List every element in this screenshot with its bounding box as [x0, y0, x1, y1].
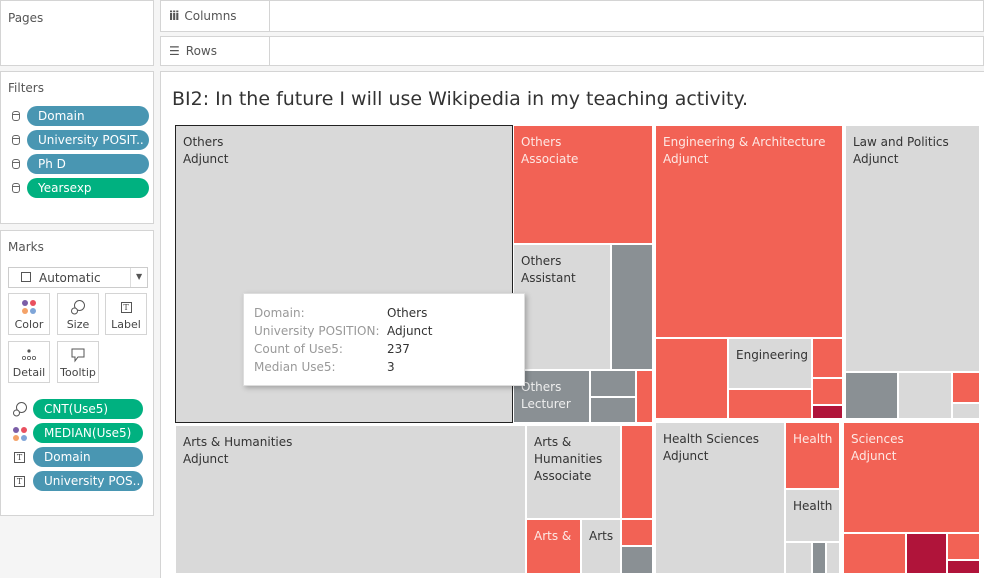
tile-engineering-small[interactable]: [812, 378, 843, 405]
marks-field-domain[interactable]: Domain: [33, 447, 143, 467]
tooltip-row-median: Median Use5: 3: [254, 360, 395, 374]
tile-sciences-small[interactable]: [906, 533, 947, 574]
tile-arts-small[interactable]: [621, 519, 653, 546]
color-dots-icon: [22, 300, 36, 314]
size-icon: [13, 402, 27, 417]
tile-law-small[interactable]: [898, 372, 952, 419]
tile-sciences-adjunct[interactable]: Sciences Adjunct: [843, 422, 980, 533]
tile-law-small[interactable]: [952, 372, 980, 403]
tile-arts-adjunct[interactable]: Arts & Humanities Adjunct: [175, 425, 526, 574]
marks-title: Marks: [8, 240, 44, 254]
filter-pill-yearsexp[interactable]: Yearsexp: [27, 178, 149, 198]
tile-others-small[interactable]: [611, 244, 653, 370]
mark-type-dropdown[interactable]: Automatic ▼: [8, 267, 148, 288]
tile-health-small-red[interactable]: Health: [785, 422, 840, 489]
rows-icon: ☰: [169, 44, 180, 58]
tile-arts-small-gray[interactable]: Arts: [581, 519, 621, 574]
color-dots-icon: [13, 427, 27, 441]
detail-icon: [21, 349, 36, 360]
detail-button[interactable]: Detail: [8, 341, 50, 383]
tile-others-assistant[interactable]: Others Assistant: [513, 244, 611, 370]
tile-law-small[interactable]: [845, 372, 898, 419]
tile-arts-associate[interactable]: Arts & Humanities Associate: [526, 425, 621, 519]
tile-engineering-small[interactable]: [812, 405, 843, 419]
mark-type-value: Automatic: [39, 271, 101, 285]
square-mark-icon: [21, 272, 31, 282]
tile-engineering-small[interactable]: [728, 389, 812, 419]
filter-pill-phd[interactable]: Ph D: [27, 154, 149, 174]
columns-shelf-label: iii Columns: [161, 1, 270, 31]
tooltip-row-position: University POSITION: Adjunct: [254, 324, 433, 338]
tile-engineering-adjunct[interactable]: Engineering & Architecture Adjunct: [655, 125, 843, 338]
tile-arts-small-red[interactable]: Arts &: [526, 519, 581, 574]
marks-field-median-use5[interactable]: MEDIAN(Use5): [33, 423, 143, 443]
tooltip: Domain: Others University POSITION: Adju…: [243, 293, 525, 386]
columns-icon: iii: [169, 9, 179, 23]
label-button[interactable]: T Label: [105, 293, 147, 335]
viz-title: BI2: In the future I will use Wikipedia …: [172, 88, 749, 110]
tile-engineering-small[interactable]: [812, 338, 843, 378]
tooltip-button[interactable]: Tooltip: [57, 341, 99, 383]
tooltip-row-count: Count of Use5: 237: [254, 342, 410, 356]
filters-panel: Filters Domain University POSIT.. Ph D Y…: [0, 71, 154, 224]
tile-arts-small[interactable]: [621, 546, 653, 574]
database-icon: [12, 183, 20, 193]
tile-arts-small[interactable]: [621, 425, 653, 519]
filter-pill-university-position[interactable]: University POSIT..: [27, 130, 149, 150]
tile-others-associate[interactable]: Others Associate: [513, 125, 653, 244]
tooltip-icon: [71, 348, 85, 363]
database-icon: [12, 159, 20, 169]
tile-others-small[interactable]: [636, 370, 653, 423]
tile-engineering-small[interactable]: [655, 338, 728, 419]
text-label-icon: T: [14, 452, 25, 463]
marks-field-cnt-use5[interactable]: CNT(Use5): [33, 399, 143, 419]
filter-pill-domain[interactable]: Domain: [27, 106, 149, 126]
size-icon: [71, 300, 85, 315]
tile-sciences-small[interactable]: [947, 560, 980, 574]
tile-health-small[interactable]: [812, 542, 826, 574]
tile-law-small[interactable]: [952, 403, 980, 419]
filters-title: Filters: [8, 81, 44, 95]
tile-health-small-gray[interactable]: Health: [785, 489, 840, 542]
color-button[interactable]: Color: [8, 293, 50, 335]
tile-sciences-small[interactable]: [947, 533, 980, 560]
tile-others-small[interactable]: [590, 397, 636, 423]
pages-title: Pages: [8, 11, 44, 25]
chevron-down-icon: ▼: [136, 272, 143, 281]
tooltip-row-domain: Domain: Others: [254, 306, 428, 320]
tile-engineering-gray[interactable]: Engineering: [728, 338, 812, 389]
rows-shelf-label: ☰ Rows: [161, 37, 270, 65]
columns-shelf[interactable]: iii Columns: [160, 0, 984, 32]
marks-panel: Marks Automatic ▼ Color Size T Label Det…: [0, 230, 154, 516]
tile-others-small[interactable]: [590, 370, 636, 397]
database-icon: [12, 135, 20, 145]
rows-shelf[interactable]: ☰ Rows: [160, 36, 984, 66]
tile-health-adjunct[interactable]: Health Sciences Adjunct: [655, 422, 785, 574]
tile-law-adjunct[interactable]: Law and Politics Adjunct: [845, 125, 980, 372]
size-button[interactable]: Size: [57, 293, 99, 335]
database-icon: [12, 111, 20, 121]
text-label-icon: T: [120, 301, 132, 313]
pages-panel: Pages: [0, 0, 154, 66]
text-label-icon: T: [14, 476, 25, 487]
tile-health-small[interactable]: [785, 542, 812, 574]
marks-field-university-position[interactable]: University POS..: [33, 471, 143, 491]
tile-sciences-small[interactable]: [843, 533, 906, 574]
tile-health-small[interactable]: [826, 542, 840, 574]
